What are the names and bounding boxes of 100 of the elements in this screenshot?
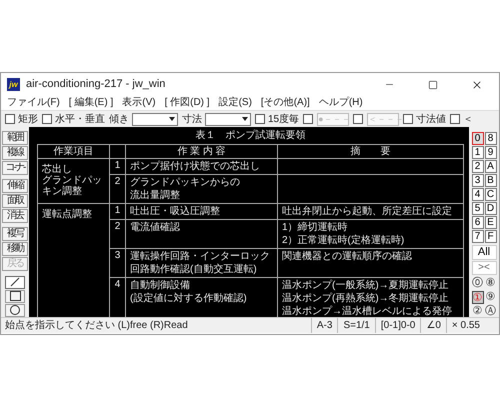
maximize-icon [428,80,438,90]
checkbox[interactable] [450,114,460,124]
content-text: ポンプ据付け状態での芯出し [129,160,261,173]
layer-button[interactable]: 8 [484,132,496,145]
layer-group-button[interactable]: ⑨ [484,291,496,304]
content-text: グランドパッキンからの [129,176,241,189]
draw-tool-button[interactable] [5,304,25,317]
column-header: 作 業 内 容 [126,145,278,158]
tool-button[interactable]: 消去 [2,209,28,223]
layer-group-button[interactable]: Ⓐ [484,305,496,318]
checkbox[interactable] [255,114,265,124]
checkbox[interactable] [403,114,414,124]
layer-button[interactable]: 6 [472,216,484,229]
layer-group-button[interactable]: ② [472,305,484,318]
item-number: 2 [114,175,122,189]
menu-item[interactable]: [ 編集(E) ] [68,96,114,110]
checkbox-label: 矩形 [18,112,38,126]
layer-group-button[interactable]: ⓪ [472,277,484,290]
category-text: キン調整 [42,186,83,197]
menu-item[interactable]: 表示(V) [122,96,156,110]
remark-text: 温水ポンプ(一般系統)→夏期運転停止 [281,279,450,292]
category-text: 芯出し [42,164,73,175]
layer-button[interactable]: 2 [472,160,484,173]
layer-button[interactable]: 3 [472,174,484,187]
checkbox-label: 水平・垂直 [55,112,105,126]
circle-icon [10,305,20,316]
layer-button[interactable]: C [484,188,496,201]
layer-button[interactable]: 0 [472,132,484,145]
status-field: A-3 [310,318,338,333]
layer-button[interactable]: D [484,202,496,215]
checkbox-label: 寸法値 [416,112,446,126]
status-field: S=1/1 [337,318,375,333]
column-header: 作業項目 [38,145,110,158]
layer-button[interactable]: 7 [472,230,484,243]
rectangle-icon [10,291,20,302]
item-number: 2 [114,220,122,234]
remark-text: 吐出弁閉止から起動、所定差圧に設定 [281,205,453,218]
tool-button[interactable]: 伸縮 [2,179,28,193]
status-field: [0-1]0-0 [374,318,420,333]
menu-item[interactable]: [その他(A)] [260,96,310,110]
drawing-canvas[interactable] [29,127,469,317]
all-layers-button[interactable]: All [472,245,496,260]
layer-button[interactable]: F [484,230,496,243]
content-text: 流出量調整 [129,189,181,202]
layer-button[interactable]: B [484,174,496,187]
tool-button[interactable]: 面取 [2,194,28,208]
content-text: 回路動作確認(自動交互運転) [129,263,258,276]
checkbox[interactable] [353,114,364,124]
layer-button[interactable]: A [484,160,496,173]
remark-text: 1）締切運転時 [281,221,349,234]
tool-button[interactable]: 複線 [2,146,28,160]
menu-item[interactable]: 設定(S) [218,96,252,110]
app-icon: jw [7,78,20,91]
line-icon [10,277,20,288]
remark-text: 関連機器との運転順序の確認 [281,250,413,263]
checkbox[interactable] [5,114,15,124]
menu-item[interactable]: ヘルプ(H) [318,96,363,110]
caret-icon [242,117,248,121]
category-text: 運転点調整 [42,209,93,220]
item-number: 3 [114,249,122,263]
status-field: ∠0 [420,318,446,333]
layer-button[interactable]: 9 [484,146,496,159]
content-text: 吐出圧・吸込圧調整 [129,205,221,218]
item-number: 1 [114,159,122,173]
content-text: 運転操作回路・インターロック [129,250,271,263]
dropdown[interactable] [205,112,251,126]
layer-button[interactable]: 5 [472,202,484,215]
checkbox-label: 15度毎 [268,112,300,126]
table-title: 表１ ポンプ試運転要領 [194,130,306,142]
menu-item[interactable]: [ 作図(D) ] [164,96,210,110]
draw-tool-button[interactable] [5,276,25,289]
content-text: 自動制御設備 [129,279,191,292]
remark-text: 2）正常運転時(定格運転時) [281,234,406,247]
caret-icon [169,117,175,121]
dropdown[interactable] [132,112,178,126]
item-number: 1 [114,204,122,218]
layer-button[interactable]: 4 [472,188,484,201]
field-label: 寸法 [182,112,202,126]
tool-button[interactable]: コ-ナ- [2,161,28,175]
tool-button[interactable]: 複写 [2,227,28,241]
window-title: air-conditioning-217 - jw_win [26,77,166,92]
checkbox[interactable] [303,114,314,124]
layer-button[interactable]: E [484,216,496,229]
checkbox[interactable] [42,114,52,124]
layer-toggle-button[interactable]: >< [472,261,496,275]
category-text: グランドパッ [42,175,103,186]
status-field: × 0.55 [446,318,485,333]
column-header: 摘 要 [350,145,392,158]
menu-item[interactable]: ファイル(F) [7,96,60,110]
item-number: 4 [114,278,122,292]
content-text: 電流値確認 [129,221,181,234]
draw-tool-button[interactable] [5,290,25,303]
content-text: (設定値に対する作動確認) [129,292,248,305]
field-label: 傾き [109,112,129,126]
remark-text: 温水ポンプ(再熱系統)→冬期運転停止 [281,292,450,305]
layer-group-button[interactable]: ⑧ [484,277,496,290]
tool-button[interactable]: 範囲 [2,131,28,145]
tool-button[interactable]: 移動 [2,242,28,256]
layer-button[interactable]: 1 [472,146,484,159]
remark-text: 温水ポンプ→温水槽レベルによる発停 [281,305,453,317]
